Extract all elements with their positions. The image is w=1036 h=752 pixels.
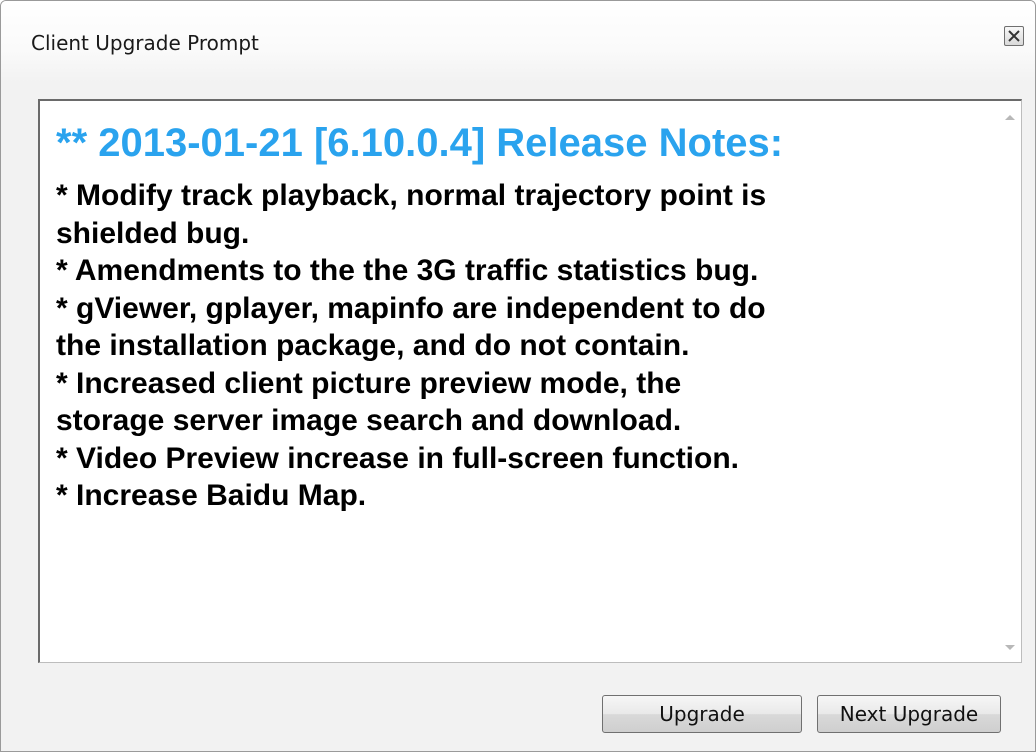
release-notes-content: ** 2013-01-21 [6.10.0.4] Release Notes: … [56,117,956,515]
close-icon [1008,30,1020,42]
scroll-up-arrow-icon[interactable] [1005,115,1015,120]
release-note-line: * gViewer, gplayer, mapinfo are independ… [56,291,766,325]
title-bar[interactable]: Client Upgrade Prompt [1,1,1035,83]
release-note-line: * Video Preview increase in full-screen … [56,441,739,475]
dialog-title: Client Upgrade Prompt [31,31,259,55]
release-note-line: * Amendments to the the 3G traffic stati… [56,254,759,287]
release-note-line: storage server image search and download… [56,404,682,437]
release-notes-box[interactable]: ** 2013-01-21 [6.10.0.4] Release Notes: … [38,99,1022,663]
release-note-line: * Increased client picture preview mode,… [56,366,682,400]
release-note-line: the installation package, and do not con… [56,329,690,362]
close-button[interactable] [1004,26,1024,46]
next-upgrade-button[interactable]: Next Upgrade [817,695,1001,733]
release-notes-heading: ** 2013-01-21 [6.10.0.4] Release Notes: [56,121,784,165]
release-note-line: * Modify track playback, normal trajecto… [56,179,767,212]
scroll-down-arrow-icon[interactable] [1005,645,1015,650]
vertical-scrollbar[interactable] [999,101,1021,662]
release-note-line: shielded bug. [56,216,250,250]
release-note-line: * Increase Baidu Map. [56,479,367,512]
upgrade-dialog: Client Upgrade Prompt ** 2013-01-21 [6.1… [0,0,1036,752]
upgrade-button[interactable]: Upgrade [602,695,802,733]
